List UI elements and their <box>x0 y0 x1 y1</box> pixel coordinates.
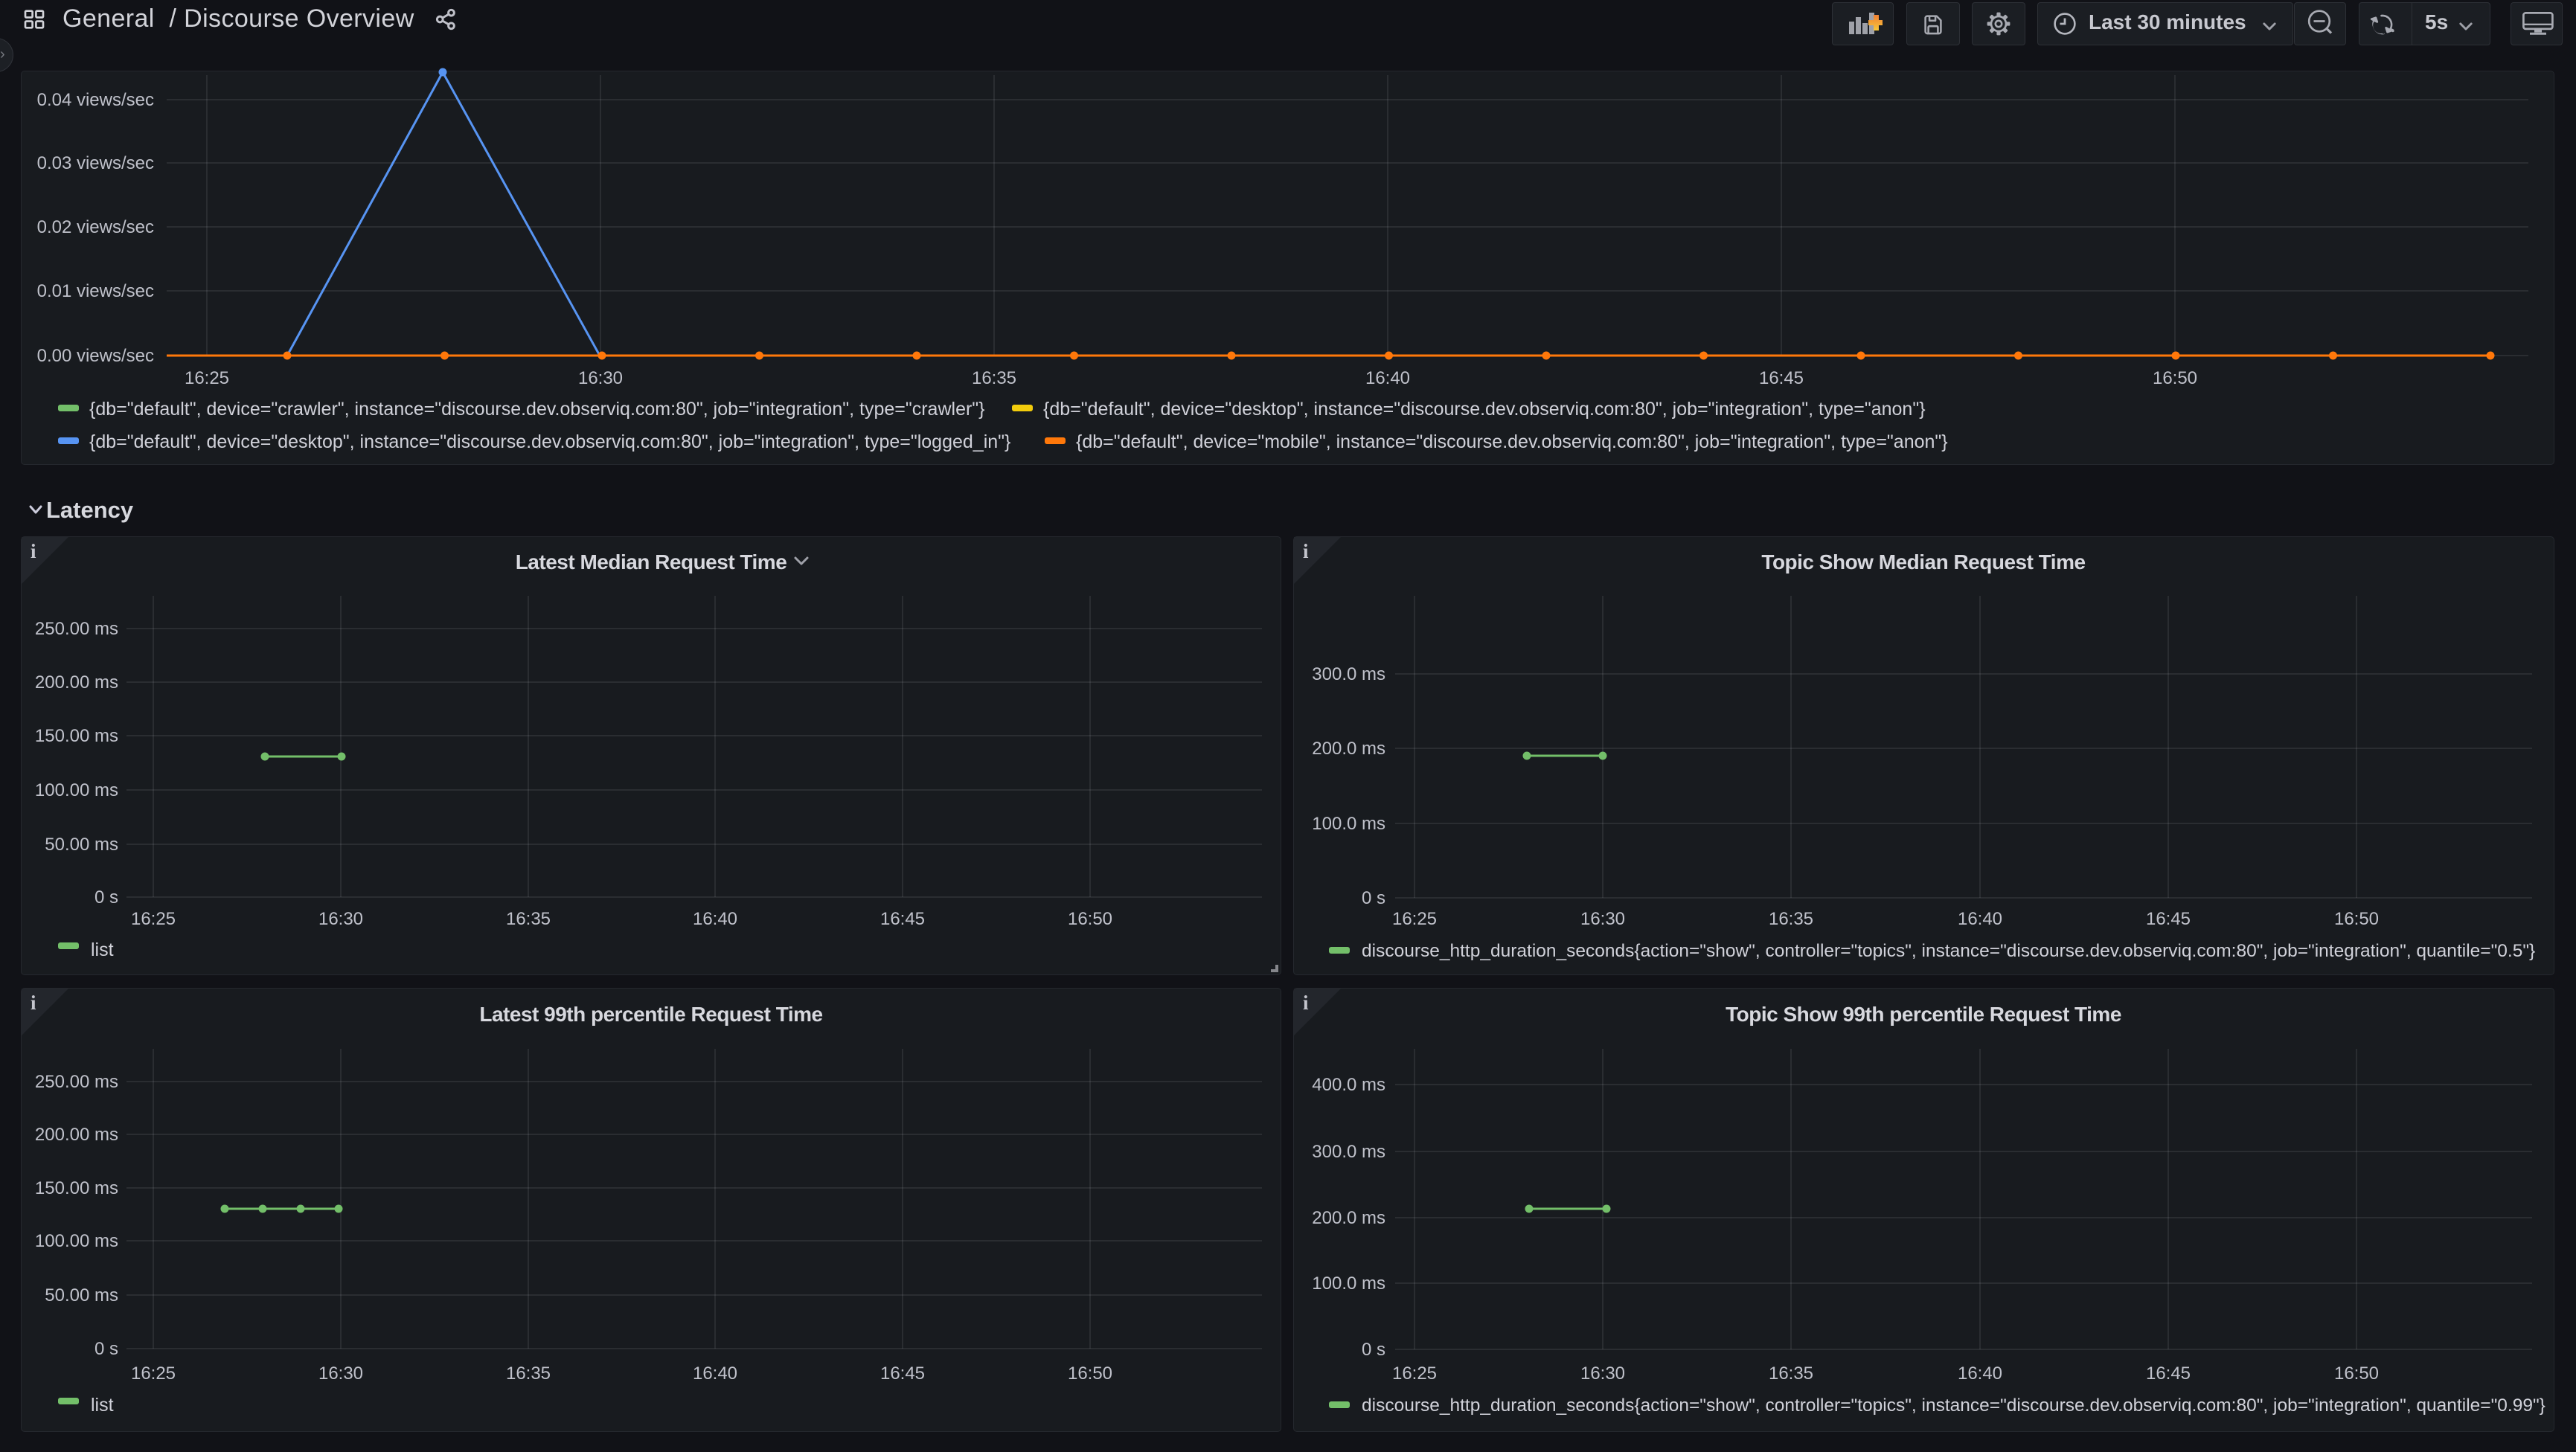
svg-text:16:35: 16:35 <box>1769 909 1813 929</box>
svg-text:Latest 99th percentile Request: Latest 99th percentile Request Time <box>479 1003 822 1026</box>
svg-text:16:35: 16:35 <box>972 368 1016 388</box>
svg-text:16:30: 16:30 <box>318 1363 363 1384</box>
svg-text:16:30: 16:30 <box>1580 909 1625 929</box>
svg-text:16:30: 16:30 <box>578 368 623 388</box>
svg-text:16:40: 16:40 <box>1365 368 1410 388</box>
svg-text:0.03 views/sec: 0.03 views/sec <box>37 153 154 173</box>
svg-text:50.00 ms: 50.00 ms <box>45 1285 118 1305</box>
svg-text:200.00 ms: 200.00 ms <box>35 672 118 693</box>
svg-text:16:40: 16:40 <box>693 1363 737 1384</box>
svg-text:Topic Show 99th percentile Req: Topic Show 99th percentile Request Time <box>1726 1003 2121 1026</box>
svg-text:100.0 ms: 100.0 ms <box>1312 814 1385 834</box>
svg-text:200.0 ms: 200.0 ms <box>1312 739 1385 759</box>
svg-text:{db="default", device="desktop: {db="default", device="desktop", instanc… <box>1043 399 1926 420</box>
svg-text:{db="default", device="mobile": {db="default", device="mobile", instance… <box>1076 431 1948 452</box>
svg-text:0.04 views/sec: 0.04 views/sec <box>37 90 154 110</box>
svg-text:100.0 ms: 100.0 ms <box>1312 1273 1385 1294</box>
svg-text:16:45: 16:45 <box>1759 368 1804 388</box>
svg-text:250.00 ms: 250.00 ms <box>35 619 118 639</box>
svg-text:0.00 views/sec: 0.00 views/sec <box>37 346 154 366</box>
svg-text:400.0 ms: 400.0 ms <box>1312 1075 1385 1095</box>
svg-text:16:25: 16:25 <box>131 909 176 929</box>
svg-text:50.00 ms: 50.00 ms <box>45 835 118 855</box>
svg-text:16:35: 16:35 <box>1769 1363 1813 1384</box>
svg-text:16:50: 16:50 <box>2334 909 2379 929</box>
svg-text:Latest Median Request Time: Latest Median Request Time <box>516 550 787 574</box>
svg-text:0 s: 0 s <box>1362 888 1385 908</box>
svg-text:16:50: 16:50 <box>1068 909 1112 929</box>
svg-text:0 s: 0 s <box>94 1339 118 1359</box>
svg-text:16:25: 16:25 <box>131 1363 176 1384</box>
svg-text:16:50: 16:50 <box>2334 1363 2379 1384</box>
svg-text:list: list <box>91 1395 114 1416</box>
svg-text:100.00 ms: 100.00 ms <box>35 780 118 800</box>
svg-text:16:25: 16:25 <box>1392 1363 1437 1384</box>
svg-text:{db="default", device="desktop: {db="default", device="desktop", instanc… <box>89 431 1010 452</box>
svg-text:discourse_http_duration_second: discourse_http_duration_seconds{action="… <box>1362 941 2535 961</box>
svg-text:16:25: 16:25 <box>1392 909 1437 929</box>
svg-text:100.00 ms: 100.00 ms <box>35 1231 118 1251</box>
svg-text:discourse_http_duration_second: discourse_http_duration_seconds{action="… <box>1362 1395 2545 1416</box>
svg-text:0.02 views/sec: 0.02 views/sec <box>37 217 154 237</box>
svg-text:16:45: 16:45 <box>880 1363 925 1384</box>
svg-text:{db="default", device="crawler: {db="default", device="crawler", instanc… <box>89 399 985 420</box>
svg-text:Topic Show Median Request Time: Topic Show Median Request Time <box>1761 550 2085 574</box>
svg-text:16:30: 16:30 <box>318 909 363 929</box>
svg-text:16:40: 16:40 <box>1958 909 2002 929</box>
svg-text:0 s: 0 s <box>1362 1340 1385 1360</box>
svg-text:0 s: 0 s <box>94 887 118 908</box>
svg-text:16:40: 16:40 <box>693 909 737 929</box>
svg-text:16:35: 16:35 <box>506 1363 551 1384</box>
svg-text:250.00 ms: 250.00 ms <box>35 1072 118 1092</box>
svg-text:16:45: 16:45 <box>880 909 925 929</box>
svg-text:16:45: 16:45 <box>2146 1363 2191 1384</box>
svg-text:300.0 ms: 300.0 ms <box>1312 1142 1385 1162</box>
svg-text:16:25: 16:25 <box>185 368 229 388</box>
svg-text:16:50: 16:50 <box>2153 368 2197 388</box>
svg-text:200.00 ms: 200.00 ms <box>35 1125 118 1145</box>
svg-text:150.00 ms: 150.00 ms <box>35 726 118 746</box>
svg-text:list: list <box>91 939 114 960</box>
svg-text:200.0 ms: 200.0 ms <box>1312 1208 1385 1228</box>
svg-text:16:35: 16:35 <box>506 909 551 929</box>
svg-text:16:40: 16:40 <box>1958 1363 2002 1384</box>
svg-text:150.00 ms: 150.00 ms <box>35 1178 118 1198</box>
svg-text:0.01 views/sec: 0.01 views/sec <box>37 281 154 301</box>
svg-text:16:30: 16:30 <box>1580 1363 1625 1384</box>
svg-text:16:45: 16:45 <box>2146 909 2191 929</box>
svg-text:300.0 ms: 300.0 ms <box>1312 664 1385 684</box>
svg-text:16:50: 16:50 <box>1068 1363 1112 1384</box>
